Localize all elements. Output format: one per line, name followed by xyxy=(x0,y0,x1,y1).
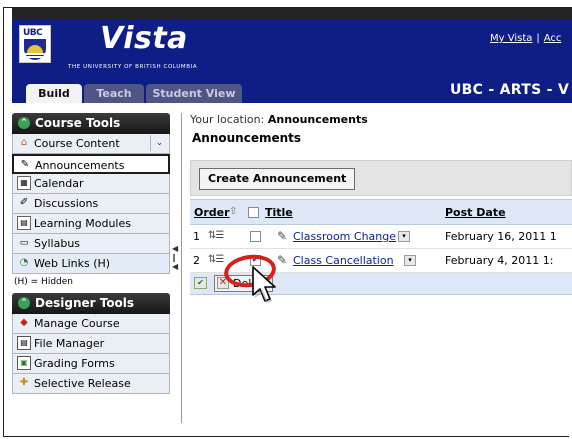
collapse-left-icon: ◀ xyxy=(172,262,179,271)
course-title: UBC - ARTS - V xyxy=(450,82,570,98)
designer-tools-heading[interactable]: ⌃ Designer Tools xyxy=(12,293,170,314)
collapse-circle-icon: ⌃ xyxy=(18,116,30,129)
top-strip xyxy=(12,7,572,19)
mouse-cursor-icon xyxy=(252,266,276,304)
tab-student-view[interactable]: Student View xyxy=(146,84,242,103)
tab-build[interactable]: Build xyxy=(26,84,82,103)
row-post-date: February 16, 2011 1 xyxy=(445,230,557,243)
column-title[interactable]: Title xyxy=(265,206,293,219)
sidebar-item-syllabus[interactable]: ▭ Syllabus xyxy=(12,234,170,254)
file-icon: ▤ xyxy=(17,336,31,350)
sidebar-item-file-manager[interactable]: ▤ File Manager xyxy=(12,334,170,354)
weblink-icon: ◔ xyxy=(19,257,29,268)
sidebar-item-learning-modules[interactable]: ▤ Learning Modules xyxy=(12,214,170,234)
sidebar-item-calendar[interactable]: ▦ Calendar xyxy=(12,174,170,194)
action-menu-icon[interactable]: ▾ xyxy=(398,231,410,242)
row-post-date: February 4, 2011 1: xyxy=(445,254,554,267)
collapse-circle-icon: ⌃ xyxy=(18,296,30,309)
megaphone-icon: ✎ xyxy=(20,159,30,170)
sidebar-item-announcements[interactable]: ✎ Announcements xyxy=(12,154,170,174)
action-toolbar: Create Announcement xyxy=(190,160,572,196)
top-links: My Vista | Acc xyxy=(490,33,562,44)
announcement-icon: ✎ xyxy=(277,229,288,243)
brand-title: Vista xyxy=(100,21,188,56)
sidebar: ⌃ Course Tools ⌂ Course Content ⌄ ✎ Announc… xyxy=(12,113,170,394)
row-title-link[interactable]: Class Cancellation xyxy=(293,254,394,267)
tab-teach[interactable]: Teach xyxy=(84,84,144,103)
action-menu-icon[interactable]: ▾ xyxy=(404,255,416,266)
row-order: 1 xyxy=(193,230,200,243)
ubc-crest-logo: UBC xyxy=(19,25,51,63)
release-icon: ✚ xyxy=(19,377,29,388)
chevron-down-icon[interactable]: ⌄ xyxy=(150,135,168,151)
sidebar-item-grading-forms[interactable]: ▣ Grading Forms xyxy=(12,354,170,374)
modules-icon: ▤ xyxy=(17,216,31,230)
sidebar-collapse-handle[interactable]: ◀ ‖ ◀ xyxy=(172,244,180,284)
edit-icon[interactable]: ✔ xyxy=(194,277,207,289)
breadcrumb-current: Announcements xyxy=(267,113,368,126)
calendar-icon: ▦ xyxy=(17,176,31,190)
manage-icon: ◆ xyxy=(20,317,28,328)
column-order[interactable]: Order xyxy=(194,206,230,219)
crest-text: UBC xyxy=(23,28,43,38)
row-checkbox[interactable] xyxy=(250,231,261,242)
sort-up-icon[interactable]: ⇧ xyxy=(229,206,237,217)
app-header: UBC Vista THE UNIVERSITY OF BRITISH COLU… xyxy=(12,19,572,103)
reorder-grip-icon[interactable]: ⇅☰ xyxy=(208,254,224,265)
sidebar-item-course-content[interactable]: ⌂ Course Content ⌄ xyxy=(12,134,170,154)
home-icon: ⌂ xyxy=(20,137,28,148)
sidebar-item-discussions[interactable]: ✐ Discussions xyxy=(12,194,170,214)
row-title-link[interactable]: Classroom Change xyxy=(293,230,396,243)
hidden-note: (H) = Hidden xyxy=(14,277,73,287)
account-link[interactable]: Acc xyxy=(544,33,562,44)
create-announcement-button[interactable]: Create Announcement xyxy=(199,168,356,190)
sidebar-item-web-links[interactable]: ◔ Web Links (H) xyxy=(12,254,170,274)
crest-shield-icon xyxy=(24,39,46,60)
collapse-bar-icon: ‖ xyxy=(172,253,176,262)
my-vista-link[interactable]: My Vista xyxy=(490,33,532,44)
university-name: THE UNIVERSITY OF BRITISH COLUMBIA xyxy=(68,64,198,70)
select-all-checkbox[interactable] xyxy=(248,207,259,218)
syllabus-icon: ▭ xyxy=(19,238,29,248)
discussion-icon: ✐ xyxy=(19,197,29,208)
main-content: Your location: Announcements Announcemen… xyxy=(190,113,572,295)
breadcrumb: Your location: Announcements xyxy=(190,113,368,126)
grading-icon: ▣ xyxy=(17,356,31,370)
sidebar-item-selective-release[interactable]: ✚ Selective Release xyxy=(12,374,170,394)
pane-divider xyxy=(181,113,182,423)
page-title: Announcements xyxy=(192,131,302,145)
table-row: 1 ⇅☰ ✎ Classroom Change ▾ February 16, 2… xyxy=(190,225,572,249)
course-tools-heading[interactable]: ⌃ Course Tools xyxy=(12,113,170,134)
collapse-left-icon: ◀ xyxy=(172,244,179,253)
reorder-grip-icon[interactable]: ⇅☰ xyxy=(208,230,224,241)
row-order: 2 xyxy=(193,254,200,267)
sidebar-item-manage-course[interactable]: ◆ Manage Course xyxy=(12,314,170,334)
column-post-date[interactable]: Post Date xyxy=(445,206,506,219)
table-header: Order ⇧ Title Post Date xyxy=(190,199,572,225)
